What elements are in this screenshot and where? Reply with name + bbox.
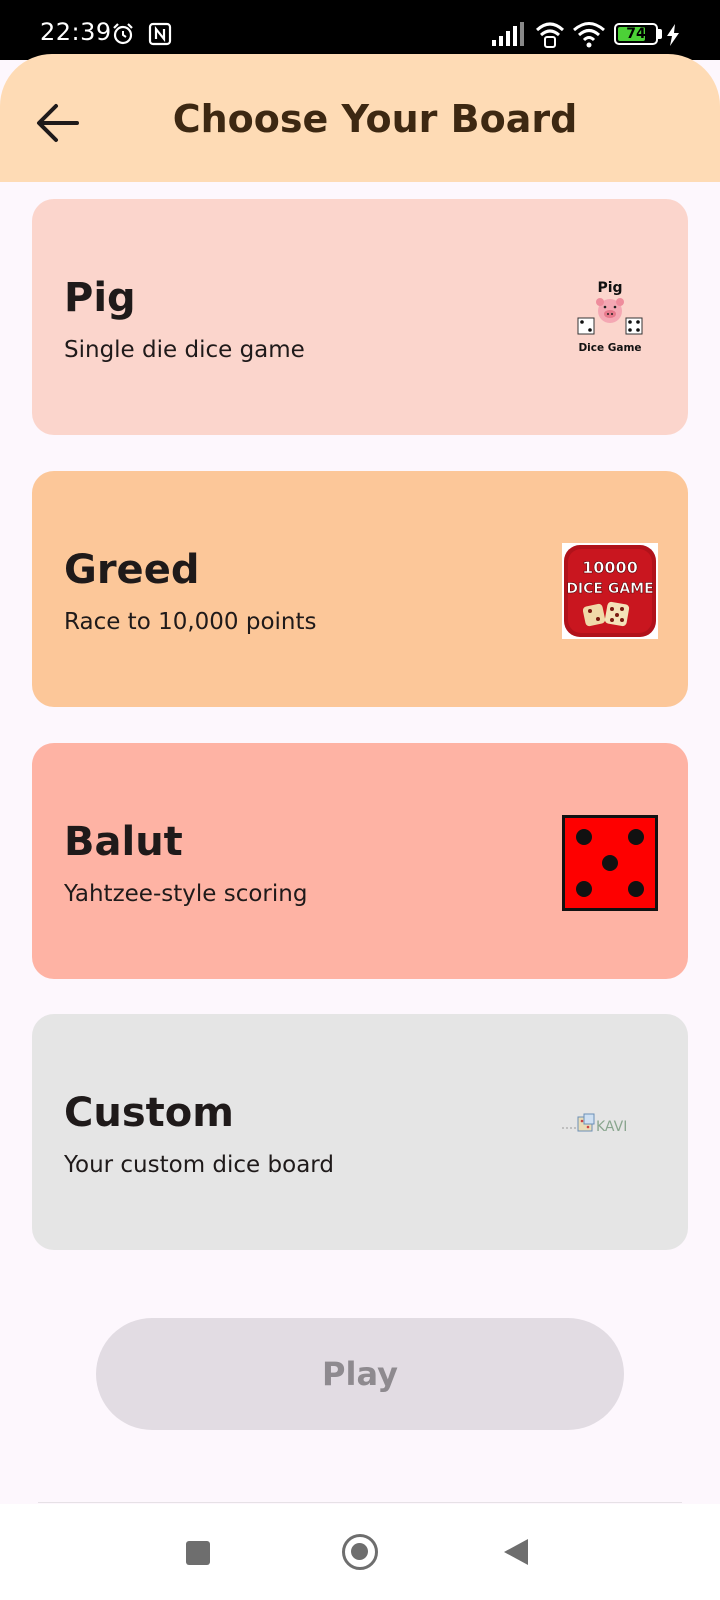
home-icon (351, 1543, 368, 1560)
wifi-calling-icon (535, 22, 565, 48)
signal-icon (492, 22, 524, 46)
board-description: Yahtzee-style scoring (64, 881, 308, 907)
board-title: Greed (64, 547, 200, 593)
charging-bolt-icon (667, 24, 679, 46)
pig-thumb-title: Pig (597, 280, 622, 296)
board-title: Pig (64, 275, 136, 321)
battery-level-text: 74 (626, 26, 646, 42)
board-title: Balut (64, 819, 183, 865)
recent-apps-button[interactable] (186, 1541, 210, 1565)
back-arrow-icon (37, 104, 79, 142)
board-card-greed[interactable]: Greed Race to 10,000 points 10000 DICE G… (32, 471, 688, 707)
play-button[interactable]: Play (96, 1318, 624, 1430)
pig-game-thumbnail: Pig Dice Game (577, 280, 643, 354)
board-card-custom[interactable]: Custom Your custom dice board KAVI (32, 1014, 688, 1250)
battery-icon: 74 (614, 23, 658, 45)
greed-thumb-line2: DICE GAME (566, 581, 653, 597)
battery-tip (658, 29, 662, 39)
app-header: Choose Your Board (0, 54, 720, 182)
greed-thumb-line1: 10000 (582, 558, 638, 577)
nfc-icon (148, 22, 172, 46)
board-description: Your custom dice board (64, 1152, 334, 1178)
wifi-icon (573, 22, 605, 48)
balut-die-thumbnail (562, 815, 658, 911)
custom-board-thumbnail: KAVI (562, 1113, 627, 1135)
pig-thumb-caption: Dice Game (578, 342, 641, 354)
nav-divider (38, 1502, 682, 1503)
alarm-icon (113, 23, 133, 45)
board-title: Custom (64, 1090, 234, 1136)
greed-game-thumbnail: 10000 DICE GAME (562, 543, 658, 639)
board-description: Race to 10,000 points (64, 609, 317, 635)
page-title: Choose Your Board (172, 97, 578, 141)
board-description: Single die dice game (64, 337, 305, 363)
custom-thumb-label: KAVI (596, 1119, 627, 1135)
system-back-button[interactable] (504, 1539, 528, 1565)
home-button[interactable] (342, 1534, 378, 1570)
back-button[interactable] (28, 94, 86, 152)
status-time: 22:39 (40, 18, 112, 46)
board-card-pig[interactable]: Pig Single die dice game Pig Dice Game (32, 199, 688, 435)
system-navigation-bar (0, 1504, 720, 1600)
board-selection-screen: 22:39 74 Choose Your Board Pig Single di… (0, 0, 720, 1600)
board-card-balut[interactable]: Balut Yahtzee-style scoring (32, 743, 688, 979)
status-bar: 22:39 74 (0, 0, 720, 60)
